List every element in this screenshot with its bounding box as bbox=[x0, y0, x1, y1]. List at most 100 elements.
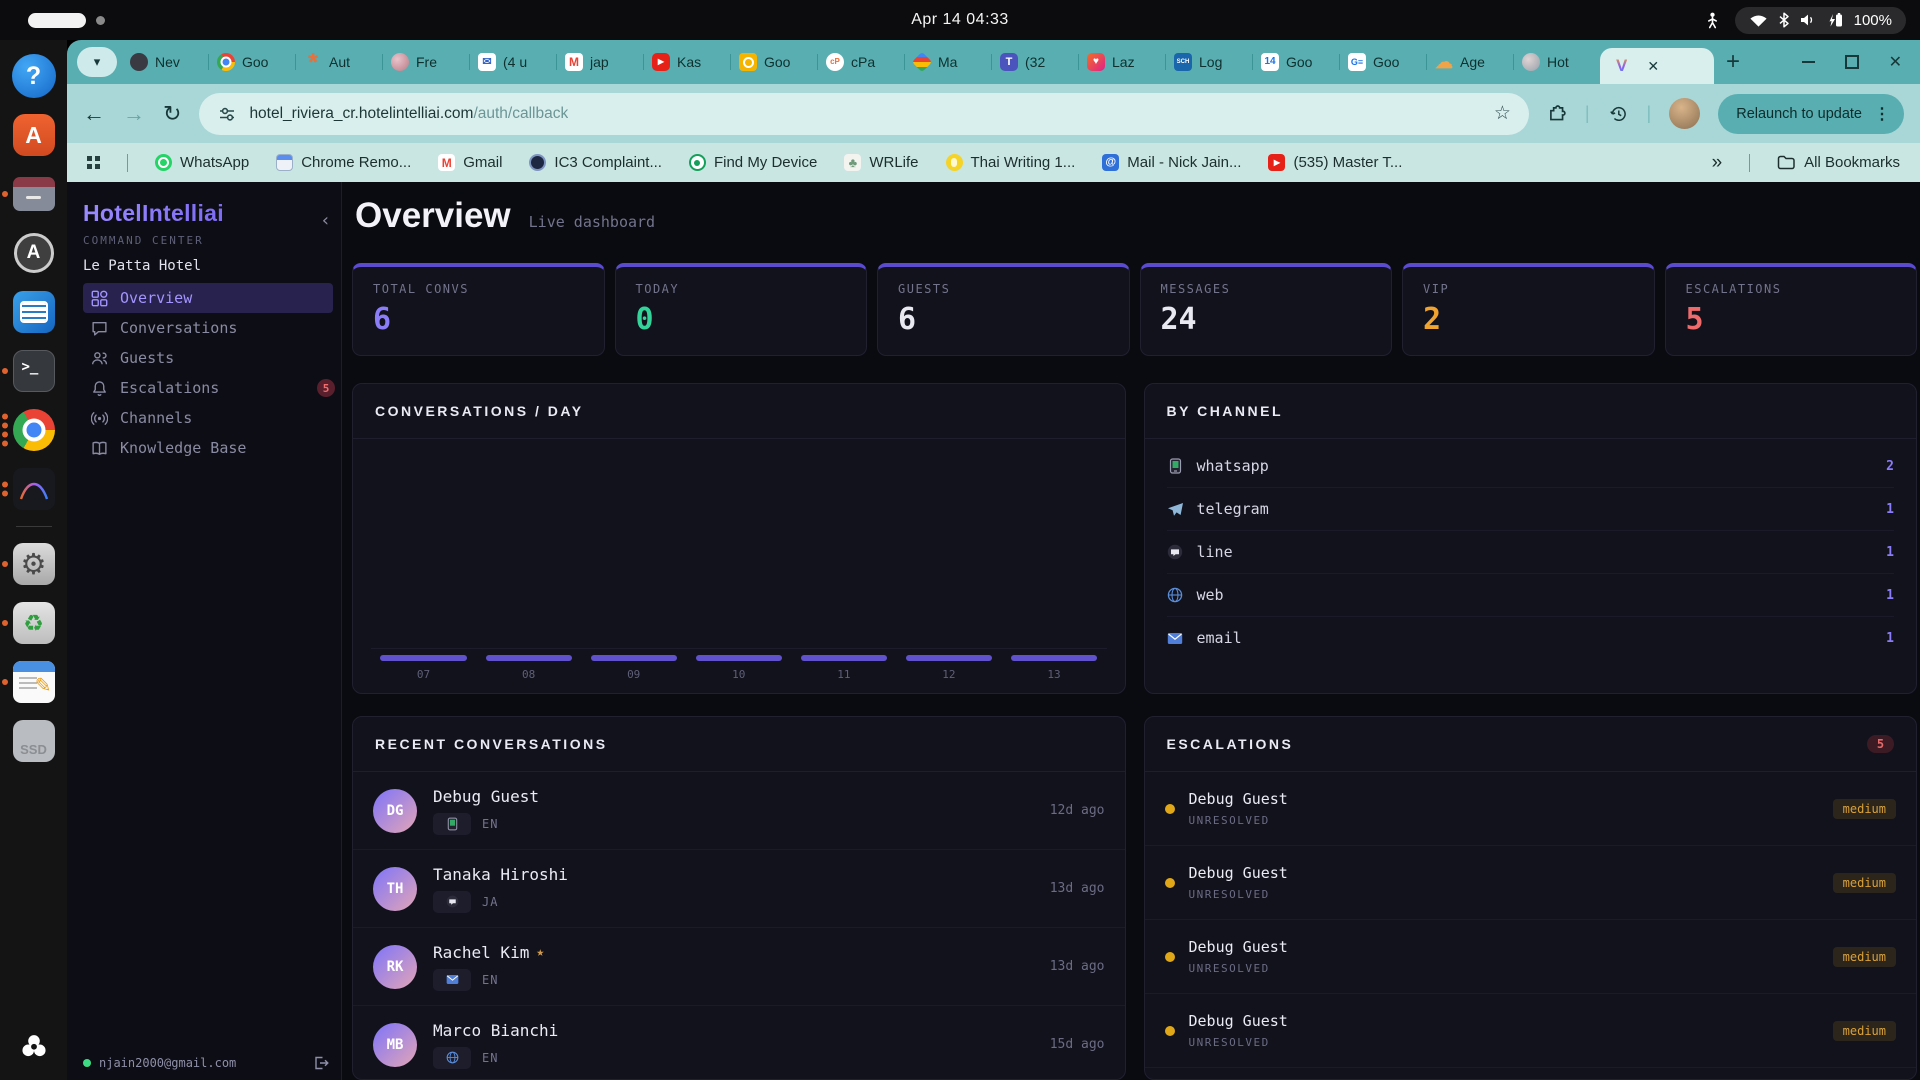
dock-item-files[interactable] bbox=[12, 172, 56, 216]
avatar: TH bbox=[373, 867, 417, 911]
channel-row-whatsapp[interactable]: whatsapp 2 bbox=[1167, 445, 1895, 488]
conversation-row[interactable]: TH Tanaka Hiroshi JA 13d ago bbox=[353, 850, 1125, 928]
dock-item-chrome[interactable] bbox=[12, 408, 56, 452]
help-icon: ? bbox=[12, 54, 56, 98]
dock-item-brand[interactable] bbox=[12, 1024, 56, 1068]
bookmark-wrlife[interactable]: ♣WRLife bbox=[844, 154, 918, 171]
active-tab[interactable]: V ✕ bbox=[1600, 48, 1714, 84]
tab-search-button[interactable]: ▾ bbox=[77, 47, 117, 77]
conversation-row[interactable]: MB Marco Bianchi EN 15d ago bbox=[353, 1006, 1125, 1080]
channel-row-telegram[interactable]: telegram 1 bbox=[1167, 488, 1895, 531]
dock-item-trash[interactable]: ♻ bbox=[12, 601, 56, 645]
browser-tab[interactable]: G≡Goo bbox=[1339, 40, 1426, 84]
browser-tab[interactable]: ▶Kas bbox=[643, 40, 730, 84]
dock-item-terminal[interactable]: >_ bbox=[12, 349, 56, 393]
escalation-row[interactable]: Debug Guest UNRESOLVED medium bbox=[1145, 994, 1917, 1068]
pink-globe-favicon bbox=[391, 53, 409, 71]
accessibility-person-icon[interactable] bbox=[1704, 12, 1721, 29]
system-tray[interactable]: 100% bbox=[1735, 7, 1906, 34]
bookmark-whatsapp[interactable]: WhatsApp bbox=[155, 154, 249, 171]
stat-value: 2 bbox=[1423, 302, 1634, 337]
reload-button[interactable]: ↻ bbox=[163, 101, 181, 127]
panel-title: CONVERSATIONS / DAY bbox=[353, 384, 1125, 439]
browser-tab[interactable]: Goo bbox=[208, 40, 295, 84]
browser-tab[interactable]: Mjap bbox=[556, 40, 643, 84]
browser-tab[interactable]: Nev bbox=[121, 40, 208, 84]
bookmarks-divider bbox=[127, 154, 128, 172]
browser-tab[interactable]: *Aut bbox=[295, 40, 382, 84]
people-icon bbox=[91, 350, 108, 367]
browser-tab[interactable]: Goo bbox=[730, 40, 817, 84]
dock-item-app-store[interactable]: A bbox=[12, 113, 56, 157]
kebab-menu-icon[interactable]: ⋮ bbox=[1874, 104, 1890, 124]
browser-tab[interactable]: Fre bbox=[382, 40, 469, 84]
forward-button[interactable]: → bbox=[123, 101, 145, 127]
bookmark-gmail[interactable]: MGmail bbox=[438, 154, 502, 171]
escalation-row[interactable]: Debug Guest UNRESOLVED medium bbox=[1145, 846, 1917, 920]
history-icon[interactable] bbox=[1608, 104, 1629, 124]
profile-avatar[interactable] bbox=[1669, 98, 1700, 129]
sidebar-item-overview[interactable]: Overview bbox=[83, 283, 333, 313]
apps-grid-icon[interactable] bbox=[87, 156, 100, 169]
bookmark-find-my-device[interactable]: Find My Device bbox=[689, 154, 817, 171]
stat-card-today: TODAY0 bbox=[615, 263, 868, 356]
chart-bar bbox=[801, 655, 887, 661]
channel-count: 1 bbox=[1886, 588, 1894, 603]
new-tab-button[interactable]: + bbox=[1726, 48, 1740, 76]
bookmark-ic3[interactable]: IC3 Complaint... bbox=[529, 154, 662, 171]
dock-item-updater[interactable]: A bbox=[12, 231, 56, 275]
browser-tab[interactable]: SCHLog bbox=[1165, 40, 1252, 84]
browser-tab[interactable]: ☁Age bbox=[1426, 40, 1513, 84]
lazada-favicon: ♥ bbox=[1087, 53, 1105, 71]
all-bookmarks-button[interactable]: All Bookmarks bbox=[1777, 154, 1900, 171]
logout-icon[interactable] bbox=[313, 1055, 329, 1071]
dock-item-help[interactable]: ? bbox=[12, 54, 56, 98]
omnibox[interactable]: hotel_riviera_cr.hotelintelliai.com/auth… bbox=[199, 93, 1528, 135]
browser-tab[interactable]: Hot bbox=[1513, 40, 1600, 84]
bookmark-star-icon[interactable]: ☆ bbox=[1494, 102, 1511, 125]
conversation-row[interactable]: RK Rachel Kim★ EN 13d ago bbox=[353, 928, 1125, 1006]
bookmark-mail-nick[interactable]: @Mail - Nick Jain... bbox=[1102, 154, 1241, 171]
sidebar-item-escalations[interactable]: Escalations 5 bbox=[83, 373, 333, 403]
stat-value: 24 bbox=[1161, 302, 1372, 337]
restore-icon[interactable] bbox=[1845, 55, 1859, 69]
bookmark-thai-writing[interactable]: Thai Writing 1... bbox=[946, 154, 1076, 171]
sidebar-item-conversations[interactable]: Conversations bbox=[83, 313, 333, 343]
sidebar-item-knowledge-base[interactable]: Knowledge Base bbox=[83, 433, 333, 463]
dock-item-settings[interactable]: ⚙ bbox=[12, 542, 56, 586]
relaunch-button[interactable]: Relaunch to update ⋮ bbox=[1718, 94, 1904, 134]
sidebar-item-channels[interactable]: Channels bbox=[83, 403, 333, 433]
dock-item-ssd[interactable]: SSD bbox=[12, 719, 56, 763]
page-title: Overview bbox=[355, 196, 511, 236]
sidebar-item-guests[interactable]: Guests bbox=[83, 343, 333, 373]
channel-row-email[interactable]: email 1 bbox=[1167, 617, 1895, 659]
dock-item-notes[interactable]: ✎ bbox=[12, 660, 56, 704]
bookmark-chrome-remote[interactable]: Chrome Remo... bbox=[276, 154, 411, 171]
escalation-row[interactable]: Debug Guest UNRESOLVED medium bbox=[1145, 920, 1917, 994]
browser-tab[interactable]: cPcPa bbox=[817, 40, 904, 84]
gmail-favicon: M bbox=[438, 154, 455, 171]
browser-tab[interactable]: ✉(4 u bbox=[469, 40, 556, 84]
minimize-icon[interactable] bbox=[1802, 61, 1815, 63]
browser-tab[interactable]: 14Goo bbox=[1252, 40, 1339, 84]
back-button[interactable]: ← bbox=[83, 101, 105, 127]
browser-tab[interactable]: T(32 bbox=[991, 40, 1078, 84]
bookmark-master-t[interactable]: ▶(535) Master T... bbox=[1268, 154, 1402, 171]
youtube-favicon: ▶ bbox=[1268, 154, 1285, 171]
extensions-puzzle-icon[interactable] bbox=[1547, 104, 1567, 124]
close-icon[interactable]: ✕ bbox=[1889, 52, 1902, 72]
dock-item-curve-app[interactable] bbox=[12, 467, 56, 511]
close-tab-icon[interactable]: ✕ bbox=[1647, 58, 1659, 75]
bookmarks-overflow-chevron[interactable]: » bbox=[1712, 152, 1723, 174]
brand-title: HotelIntelliai bbox=[83, 200, 341, 227]
channel-row-web[interactable]: web 1 bbox=[1167, 574, 1895, 617]
escalation-row[interactable]: Debug Guest UNRESOLVED medium bbox=[1145, 772, 1917, 846]
sidebar-collapse-icon[interactable]: ‹ bbox=[320, 210, 331, 231]
desktop: Apr 14 04:33 100% ? A A >_ ⚙ ♻ ✎ SSD bbox=[0, 0, 1920, 1080]
dark-globe-favicon bbox=[130, 53, 148, 71]
conversation-row[interactable]: DG Debug Guest EN 12d ago bbox=[353, 772, 1125, 850]
browser-tab[interactable]: ♥Laz bbox=[1078, 40, 1165, 84]
browser-tab[interactable]: Ma bbox=[904, 40, 991, 84]
dock-item-writer[interactable] bbox=[12, 290, 56, 334]
channel-row-line[interactable]: line 1 bbox=[1167, 531, 1895, 574]
